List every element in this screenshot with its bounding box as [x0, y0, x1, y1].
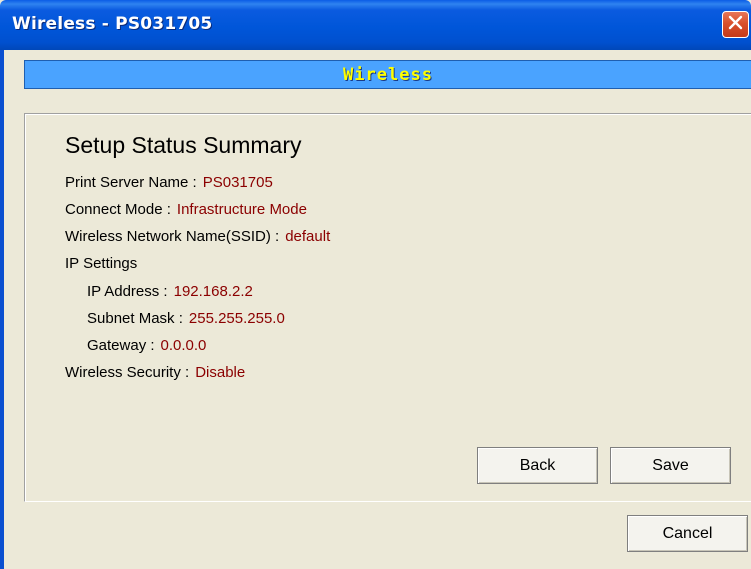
connect-mode-row: Connect Mode : Infrastructure Mode [65, 201, 307, 218]
print-server-name-row: Print Server Name : PS031705 [65, 174, 273, 191]
subnet-mask-value: 255.255.255.0 [188, 310, 285, 327]
ip-address-label: IP Address : [87, 283, 168, 300]
section-header: Wireless [24, 60, 751, 89]
print-server-name-label: Print Server Name : [65, 174, 197, 191]
wireless-security-label: Wireless Security : [65, 364, 190, 381]
ssid-label: Wireless Network Name(SSID) : [65, 228, 280, 245]
wireless-dialog: Wireless - PS031705 Wireless Setup Statu… [0, 0, 751, 569]
wireless-security-value: Disable [195, 364, 246, 381]
connect-mode-value: Infrastructure Mode [176, 201, 307, 218]
window-left-border [0, 50, 4, 569]
cancel-button[interactable]: Cancel [627, 515, 748, 552]
ssid-row: Wireless Network Name(SSID) : default [65, 228, 330, 245]
ssid-value: default [285, 228, 331, 245]
subnet-mask-row: Subnet Mask : 255.255.255.0 [87, 310, 285, 327]
connect-mode-label: Connect Mode : [65, 201, 171, 218]
ip-settings-label: IP Settings [65, 255, 138, 272]
summary-panel [24, 113, 751, 502]
close-button[interactable] [722, 11, 749, 38]
ip-address-row: IP Address : 192.168.2.2 [87, 283, 253, 300]
ip-address-value: 192.168.2.2 [173, 283, 253, 300]
section-header-label: Wireless [343, 64, 433, 85]
title-bar[interactable]: Wireless - PS031705 [0, 0, 751, 50]
subnet-mask-label: Subnet Mask : [87, 310, 183, 327]
gateway-row: Gateway : 0.0.0.0 [87, 337, 206, 354]
gateway-label: Gateway : [87, 337, 155, 354]
window-title: Wireless - PS031705 [12, 14, 213, 34]
ip-settings-heading: IP Settings [65, 255, 137, 272]
wireless-security-row: Wireless Security : Disable [65, 364, 245, 381]
close-icon [727, 14, 744, 36]
gateway-value: 0.0.0.0 [160, 337, 207, 354]
back-button[interactable]: Back [477, 447, 598, 484]
print-server-name-value: PS031705 [202, 174, 273, 191]
save-button[interactable]: Save [610, 447, 731, 484]
summary-title: Setup Status Summary [65, 132, 302, 158]
